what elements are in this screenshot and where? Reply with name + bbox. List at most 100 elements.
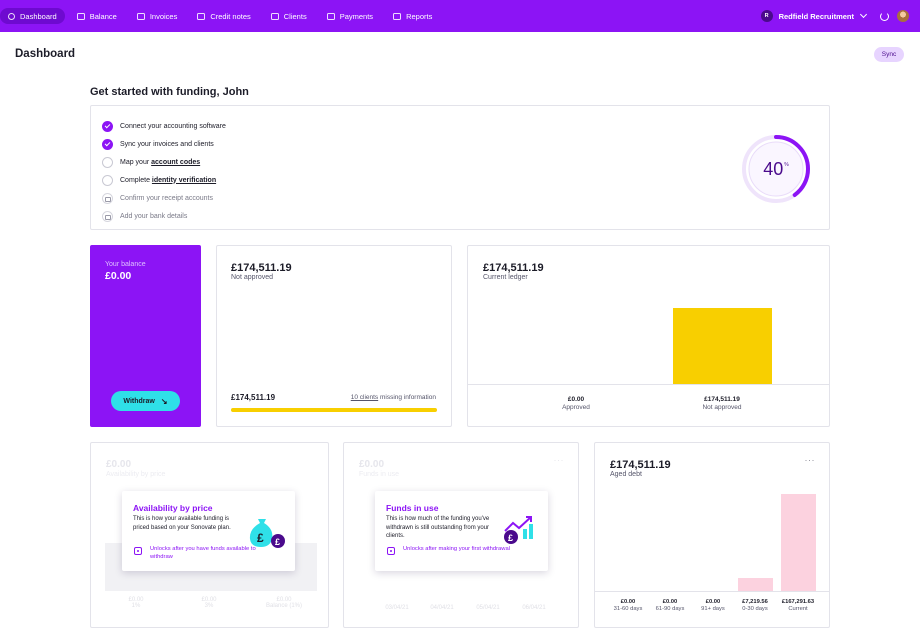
lock-icon — [102, 192, 113, 204]
step-identity-verification: Complete identity verification — [102, 171, 226, 189]
progress-ring: 40% — [741, 134, 811, 204]
nav-item-invoices[interactable]: Invoices — [129, 8, 186, 24]
org-switcher[interactable]: Redfield Recruitment — [779, 12, 854, 21]
ledger-value: £174,511.19 — [483, 262, 544, 274]
not-approved-label: Not approved — [231, 274, 274, 281]
ghost-date: 05/04/21 — [476, 605, 500, 611]
nav-item-dashboard[interactable]: Dashboard — [0, 8, 65, 24]
account-codes-link[interactable]: account codes — [151, 159, 200, 166]
dashboard-icon — [8, 12, 15, 20]
aged-debt-value: £174,511.19 — [610, 459, 671, 471]
svg-text:£: £ — [275, 537, 280, 547]
lock-icon — [134, 547, 142, 555]
lock-icon — [102, 210, 113, 222]
ghost-col: £0.00 3% — [201, 597, 217, 609]
svg-text:£: £ — [508, 533, 513, 543]
aged-axis — [595, 591, 829, 592]
aged-debt-label: Aged debt — [610, 471, 642, 478]
missing-info-message: 10 clients missing information — [350, 394, 436, 401]
not-approved-progress-bar — [231, 408, 437, 412]
current-ledger-card: £174,511.19 Current ledger £0.00 Approve… — [467, 245, 830, 427]
aged-col: £7,219.56 0-30 days — [742, 599, 768, 612]
more-options-icon[interactable]: ··· — [554, 456, 565, 465]
step-label: Connect your accounting software — [120, 122, 226, 130]
ledger-bar-not-approved — [673, 308, 772, 384]
check-icon — [102, 120, 113, 132]
progress-value: 40% — [763, 158, 789, 179]
nav-right: R Redfield Recruitment — [760, 0, 920, 32]
wallet-icon — [76, 12, 85, 20]
page-title: Dashboard — [15, 48, 76, 60]
aged-bar-0-30 — [738, 578, 773, 591]
nav-item-clients[interactable]: Clients — [263, 8, 315, 24]
empty-circle-icon — [102, 156, 113, 168]
step-connect-software[interactable]: Connect your accounting software — [102, 117, 226, 135]
ledger-axis — [468, 384, 829, 385]
funding-checklist-card: Connect your accounting software Sync yo… — [90, 105, 830, 230]
nav-item-credit-notes[interactable]: Credit notes — [189, 8, 258, 24]
ledger-label: Current ledger — [483, 274, 528, 281]
not-approved-footer-value: £174,511.19 — [231, 393, 276, 402]
user-avatar[interactable] — [897, 10, 909, 22]
funding-title: Get started with funding, John — [90, 86, 249, 98]
nav-item-label: Credit notes — [210, 11, 251, 21]
nav-item-label: Balance — [89, 11, 117, 21]
balance-card: Your balance £0.00 Withdraw ↘ — [90, 245, 201, 427]
credit-note-icon — [197, 12, 206, 20]
popup-note: Unlocks after you have funds available t… — [150, 546, 256, 560]
nav-item-label: Payments — [339, 11, 374, 21]
reports-icon — [393, 12, 402, 20]
aged-col: £0.00 31-60 days — [613, 599, 643, 612]
funds-ghost-value: £0.00 — [359, 459, 385, 470]
nav-item-label: Clients — [283, 11, 307, 21]
identity-verification-link[interactable]: identity verification — [152, 177, 216, 184]
growth-chart-icon: £ — [504, 516, 533, 544]
payments-icon — [326, 12, 335, 20]
withdraw-button[interactable]: Withdraw ↘ — [111, 391, 180, 411]
step-label: Sync your invoices and clients — [120, 140, 214, 148]
step-confirm-receipt-accounts: Confirm your receipt accounts — [102, 189, 226, 207]
nav-item-reports[interactable]: Reports — [385, 8, 440, 24]
chevron-down-icon[interactable] — [859, 10, 868, 19]
top-nav: Dashboard Balance Invoices Credit notes … — [0, 0, 920, 32]
popup-note: Unlocks after making your first withdraw… — [403, 546, 510, 552]
ledger-col-not-approved: £174,511.19 Not approved — [702, 396, 742, 411]
lock-icon — [387, 547, 395, 555]
ghost-col: £0.00 Balance (1%) — [265, 597, 303, 609]
ledger-col-approved: £0.00 Approved — [562, 396, 590, 411]
step-label: Add your bank details — [120, 212, 188, 220]
nav-item-payments[interactable]: Payments — [319, 8, 381, 24]
nav-item-label: Dashboard — [20, 11, 57, 21]
funds-ghost-label: Funds in use — [359, 471, 400, 478]
not-approved-value: £174,511.19 — [231, 262, 292, 274]
step-map-account-codes: Map your account codes — [102, 153, 226, 171]
availability-ghost-value: £0.00 — [106, 459, 132, 470]
check-icon — [102, 138, 113, 150]
aged-col: £0.00 61-90 days — [655, 599, 685, 612]
availability-popup: Availability by price This is how your a… — [122, 491, 295, 571]
step-sync-invoices[interactable]: Sync your invoices and clients — [102, 135, 226, 153]
not-approved-card: £174,511.19 Not approved £174,511.19 10 … — [216, 245, 452, 427]
aged-debt-card: £174,511.19 Aged debt ··· £0.00 31-60 day… — [594, 442, 830, 628]
nav-item-balance[interactable]: Balance — [69, 8, 125, 24]
svg-text:£: £ — [257, 531, 264, 545]
popup-title: Availability by price — [133, 503, 213, 513]
sync-button[interactable]: Sync — [874, 47, 904, 62]
funds-popup: Funds in use This is how much of the fun… — [375, 491, 548, 571]
ghost-date: 06/04/21 — [522, 605, 546, 611]
funds-in-use-card: £0.00 Funds in use ··· 03/04/21 04/04/21… — [343, 442, 579, 628]
popup-title: Funds in use — [386, 503, 439, 513]
clients-icon — [270, 12, 279, 20]
ghost-date: 03/04/21 — [385, 605, 409, 611]
balance-value: £0.00 — [105, 270, 132, 282]
clients-link[interactable]: 10 clients — [351, 394, 378, 401]
org-avatar[interactable]: R — [760, 10, 773, 22]
arrow-down-right-icon: ↘ — [160, 396, 168, 406]
more-options-icon[interactable]: ··· — [805, 456, 816, 465]
refresh-icon[interactable] — [880, 11, 889, 21]
nav-item-label: Reports — [406, 11, 433, 21]
availability-ghost-label: Availability by price — [106, 471, 166, 478]
balance-label: Your balance — [105, 261, 146, 268]
step-label: Confirm your receipt accounts — [120, 194, 213, 202]
ghost-col: £0.00 1% — [128, 597, 144, 609]
